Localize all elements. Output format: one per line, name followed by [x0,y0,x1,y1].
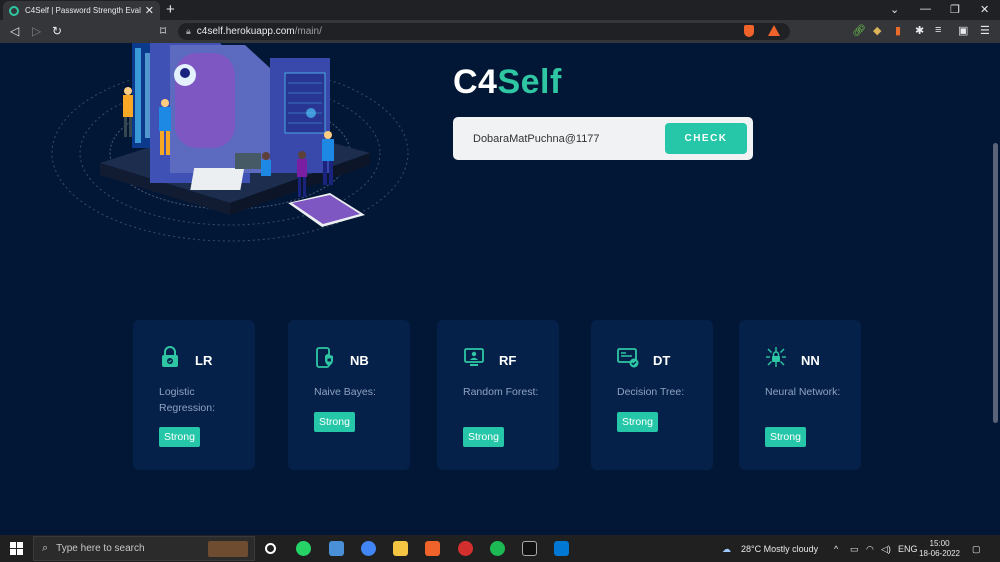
bookmark-icon[interactable]: ⌑ [160,24,166,38]
model-card-nb: NB Naive Bayes: Strong [288,320,410,470]
strength-badge: Strong [463,427,504,447]
wallet-icon[interactable]: ▣ [958,24,968,37]
card-abbr: DT [653,353,671,368]
restore-button[interactable]: ❐ [950,3,960,16]
vscode-icon[interactable] [554,541,569,556]
reload-icon[interactable]: ↻ [52,24,62,38]
spotify-icon[interactable] [490,541,505,556]
card-model-name: Decision Tree: [617,386,685,398]
address-bar[interactable]: 🔒︎ c4self.herokuapp.com/main/ [178,23,790,40]
site-favicon-icon [9,5,19,16]
extensions-puzzle-icon[interactable]: ✱ [915,24,924,37]
extension-badge-icon[interactable]: ▮ [895,24,901,37]
check-button[interactable]: CHECK [665,123,747,154]
model-card-rf: RF Random Forest: Strong [437,320,559,470]
browser-tab[interactable]: C4Self | Password Strength Evaluato ✕ [3,1,160,20]
file-explorer-icon[interactable] [393,541,408,556]
url-host: c4self.herokuapp.com [196,26,295,37]
strength-badge: Strong [314,412,355,432]
document-check-icon [617,348,639,368]
monitor-user-icon [464,348,484,366]
link-extension-icon[interactable]: 🔗︎ [852,24,866,37]
whatsapp-icon[interactable] [296,541,311,556]
card-model-name: Naive Bayes: [314,386,376,398]
card-model-name: Logistic Regression: [159,386,216,414]
app-icon-red[interactable] [458,541,473,556]
weather-text[interactable]: 28°C Mostly cloudy [741,544,818,554]
tab-title: C4Self | Password Strength Evaluato [25,6,141,15]
brand-logo: C4Self [453,63,562,102]
search-icon: ⌕ [42,542,49,554]
strength-badge: Strong [765,427,806,447]
system-clock[interactable]: 15:00 18-06-2022 [919,539,960,559]
chrome-icon[interactable] [361,541,376,556]
password-form: CHECK [453,117,753,160]
terminal-icon[interactable] [522,541,537,556]
volume-icon[interactable]: ◁) [881,544,891,555]
brand-accent: Self [497,63,562,101]
brand-prefix: C4 [453,63,498,101]
task-view-icon[interactable] [265,543,276,554]
lock-icon [162,346,178,367]
brave-rewards-icon[interactable] [768,25,780,36]
shield-phone-icon [316,347,333,368]
card-abbr: RF [499,353,517,368]
windows-start-icon[interactable] [10,542,23,555]
hero-illustration [51,43,409,242]
windows-taskbar: ⌕ Type here to search ☁ 28°C Mostly clou… [0,535,1000,562]
taskbar-search-placeholder: Type here to search [56,543,145,554]
page-content: C4Self CHECK LR Logistic Regression: Str… [0,43,1000,535]
language-indicator[interactable]: ENG [898,544,918,554]
weather-icon: ☁ [722,544,731,554]
close-tab-icon[interactable]: ✕ [145,4,154,17]
tray-chevron-icon[interactable]: ^ [834,544,838,554]
extension-icon[interactable]: ◆ [873,24,881,37]
url-path: /main/ [294,26,322,37]
page-scrollbar[interactable] [993,143,998,423]
clock-date: 18-06-2022 [919,549,960,558]
card-abbr: NN [801,353,820,368]
strength-badge: Strong [159,427,200,447]
browser-toolbar: ◁ ▷ ↻ ⌑ 🔒︎ c4self.herokuapp.com/main/ 🔗︎… [0,20,1000,43]
model-card-lr: LR Logistic Regression: Strong [133,320,255,470]
clock-time: 15:00 [929,539,950,548]
media-control-icon[interactable]: ≡ [935,24,941,36]
password-input[interactable] [473,132,665,145]
new-tab-button[interactable]: + [166,2,175,17]
app-icon[interactable] [329,541,344,556]
minimize-button[interactable]: — [920,3,931,15]
menu-icon[interactable]: ☰ [980,24,990,37]
card-model-name: Random Forest: [463,386,539,398]
close-window-button[interactable]: ✕ [980,3,989,16]
brave-shields-icon[interactable] [744,25,754,37]
strength-badge: Strong [617,412,658,432]
card-model-name: Neural Network: [765,386,841,398]
battery-icon[interactable]: ▭ [850,544,859,555]
back-icon[interactable]: ◁ [10,24,19,38]
model-card-nn: NN Neural Network: Strong [739,320,861,470]
tab-search-chevron-icon[interactable]: ⌄ [890,3,899,16]
lock-icon: 🔒︎ [186,26,191,36]
card-abbr: NB [350,353,369,368]
network-lock-icon [766,347,786,367]
search-highlight-icon [208,541,248,557]
wifi-icon[interactable]: ◠ [866,544,874,555]
model-card-dt: DT Decision Tree: Strong [591,320,713,470]
notification-icon[interactable]: ▢ [972,544,981,555]
forward-icon[interactable]: ▷ [32,24,41,38]
taskbar-search-box[interactable]: ⌕ Type here to search [33,536,255,561]
browser-titlebar: C4Self | Password Strength Evaluato ✕ + … [0,0,1000,20]
brave-browser-icon[interactable] [425,541,440,556]
card-abbr: LR [195,353,213,368]
